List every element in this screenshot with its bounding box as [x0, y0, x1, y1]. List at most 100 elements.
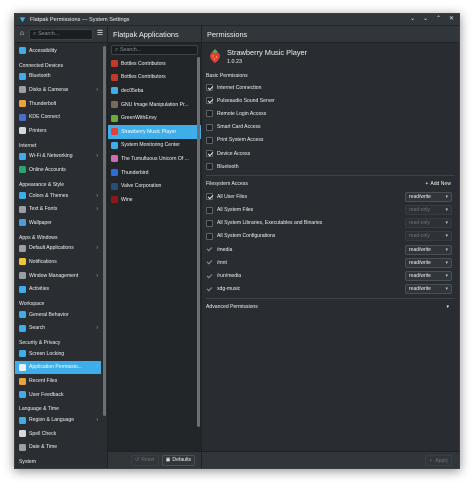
sidebar-category: Language & Time: [19, 406, 59, 413]
separator: [206, 297, 455, 299]
sidebar-search-input[interactable]: ⌕ Search...: [29, 28, 93, 40]
access-mode-select[interactable]: read/write ▾: [405, 191, 452, 202]
sidebar-item[interactable]: Default Applications ›: [15, 242, 101, 256]
defaults-button[interactable]: ▣ Defaults: [161, 454, 196, 466]
access-mode-select[interactable]: read-only ▾: [405, 231, 452, 242]
sidebar-item[interactable]: Recent Files: [15, 374, 101, 388]
access-mode-select[interactable]: read/write ▾: [405, 284, 452, 295]
permissions-header-title: Permissions: [207, 29, 248, 39]
filesystem-path-label: All User Files: [217, 193, 248, 200]
basic-permission-row[interactable]: Remote Login Access: [202, 107, 459, 120]
filesystem-checkbox[interactable]: [206, 232, 213, 240]
filesystem-checkbox[interactable]: [206, 219, 213, 227]
filesystem-title: Filesystem Access: [206, 181, 248, 188]
permission-checkbox[interactable]: [206, 97, 213, 105]
basic-permission-row[interactable]: Smart Card Access: [202, 121, 459, 134]
sidebar-item[interactable]: Region & Language ›: [15, 413, 101, 427]
filesystem-row[interactable]: All System Configurations read-only ▾: [202, 230, 459, 243]
search-icon: ⌕: [33, 30, 36, 37]
sidebar-item[interactable]: Wallpaper: [15, 216, 101, 230]
app-list-item[interactable]: dec05eba: [108, 84, 201, 98]
sidebar-item-label: Text & Fonts: [29, 206, 58, 213]
filesystem-row[interactable]: /run/media read/write ▾: [202, 269, 459, 282]
basic-permission-row[interactable]: Bluetooth: [202, 160, 459, 173]
maximize-icon[interactable]: ⌃: [435, 16, 442, 23]
filesystem-checkbox[interactable]: [206, 286, 213, 293]
chevron-down-icon: ▾: [445, 220, 448, 227]
sidebar-item[interactable]: Screen Locking: [15, 347, 101, 361]
apps-scrollbar[interactable]: [197, 57, 200, 427]
sidebar-item[interactable]: KDE Connect: [15, 110, 101, 124]
add-new-button[interactable]: + Add New: [425, 181, 451, 187]
sidebar-item[interactable]: Accessibility: [15, 44, 101, 58]
sidebar-item[interactable]: Spell Check: [15, 427, 101, 441]
app-list-item[interactable]: Bottles Contributors: [108, 57, 201, 71]
hamburger-menu-icon[interactable]: ☰: [96, 30, 104, 38]
basic-permission-row[interactable]: Device Access: [202, 147, 459, 160]
filesystem-row[interactable]: All System Libraries, Executables and Bi…: [202, 217, 459, 230]
access-mode-select[interactable]: read/write ▾: [405, 271, 452, 282]
filesystem-row[interactable]: /media read/write ▾: [202, 243, 459, 256]
filesystem-row[interactable]: xdg-music read/write ▾: [202, 283, 459, 296]
sidebar-item[interactable]: Disks & Cameras ›: [15, 83, 101, 97]
filesystem-row[interactable]: /mnt read/write ▾: [202, 256, 459, 269]
app-list-item[interactable]: Valve Corporation: [108, 179, 201, 193]
basic-permission-row[interactable]: Internet Connection: [202, 81, 459, 94]
filesystem-checkbox[interactable]: [206, 259, 213, 266]
filesystem-row[interactable]: All User Files read/write ▾: [202, 190, 459, 203]
permission-checkbox[interactable]: [206, 84, 213, 92]
sidebar-item[interactable]: Notifications: [15, 255, 101, 269]
filesystem-checkbox[interactable]: [206, 193, 213, 201]
sidebar-item[interactable]: Activities: [15, 282, 101, 296]
app-list-item[interactable]: GreenWithEnvy: [108, 111, 201, 125]
sidebar-item[interactable]: Wi-Fi & Networking ›: [15, 150, 101, 164]
sidebar-item[interactable]: Application Permissio... ›: [15, 360, 101, 375]
keep-above-icon[interactable]: ⌄: [409, 16, 416, 23]
basic-permission-row[interactable]: Pulseaudio Sound Server: [202, 94, 459, 107]
permission-checkbox[interactable]: [206, 123, 213, 131]
chevron-down-icon: ▾: [445, 207, 448, 214]
filesystem-row[interactable]: All System Files read-only ▾: [202, 204, 459, 217]
close-icon[interactable]: ✕: [448, 16, 455, 23]
gimp-icon: [111, 101, 118, 109]
sidebar-item[interactable]: Bluetooth: [15, 70, 101, 84]
filesystem-checkbox[interactable]: [206, 273, 213, 280]
sidebar-item[interactable]: General Behavior: [15, 308, 101, 322]
home-icon[interactable]: ⌂: [18, 30, 26, 38]
app-list-item[interactable]: Thunderbird: [108, 166, 201, 180]
sidebar-item-label: Thunderbolt: [29, 100, 57, 107]
access-mode-select[interactable]: read-only ▾: [405, 218, 452, 229]
sidebar-item[interactable]: Online Accounts: [15, 163, 101, 177]
sidebar-scrollbar[interactable]: [103, 46, 106, 416]
permission-checkbox[interactable]: [206, 110, 213, 118]
app-list-item[interactable]: Bottles Contributors: [108, 71, 201, 85]
filesystem-checkbox[interactable]: [206, 206, 213, 214]
sidebar-item[interactable]: Window Management ›: [15, 269, 101, 283]
app-list-item[interactable]: System Monitoring Center: [108, 139, 201, 153]
filesystem-checkbox[interactable]: [206, 246, 213, 253]
app-list-item[interactable]: Strawberry Music Player: [108, 124, 201, 139]
apps-search-input[interactable]: ⌕ Search...: [111, 45, 198, 55]
apply-button[interactable]: ✓ Apply: [424, 455, 452, 466]
filesystem-path-label: /run/media: [217, 273, 242, 280]
permission-checkbox[interactable]: [206, 163, 213, 171]
access-mode-select[interactable]: read/write ▾: [405, 244, 452, 255]
sidebar-item[interactable]: Printers: [15, 124, 101, 138]
sidebar-item[interactable]: Date & Time: [15, 441, 101, 455]
app-list-item[interactable]: The Tumultuous Unicorn Of ...: [108, 152, 201, 166]
app-list-item[interactable]: GNU Image Manipulation Pr...: [108, 98, 201, 112]
sidebar-item[interactable]: Search ›: [15, 322, 101, 336]
access-mode-select[interactable]: read-only ▾: [405, 205, 452, 216]
advanced-permissions-toggle[interactable]: Advanced Permissions ▾: [202, 301, 459, 313]
basic-permission-row[interactable]: Print System Access: [202, 134, 459, 147]
sidebar-item[interactable]: Thunderbolt: [15, 97, 101, 111]
sidebar-item[interactable]: Colors & Themes ›: [15, 189, 101, 203]
minimize-icon[interactable]: ⌄: [422, 16, 429, 23]
reset-button[interactable]: ↺ Reset: [131, 454, 159, 466]
sidebar-item[interactable]: User Feedback: [15, 388, 101, 402]
permission-checkbox[interactable]: [206, 136, 213, 144]
permission-checkbox[interactable]: [206, 150, 213, 158]
app-list-item[interactable]: Wine: [108, 193, 201, 207]
sidebar-item[interactable]: Text & Fonts ›: [15, 202, 101, 216]
access-mode-select[interactable]: read/write ▾: [405, 257, 452, 268]
